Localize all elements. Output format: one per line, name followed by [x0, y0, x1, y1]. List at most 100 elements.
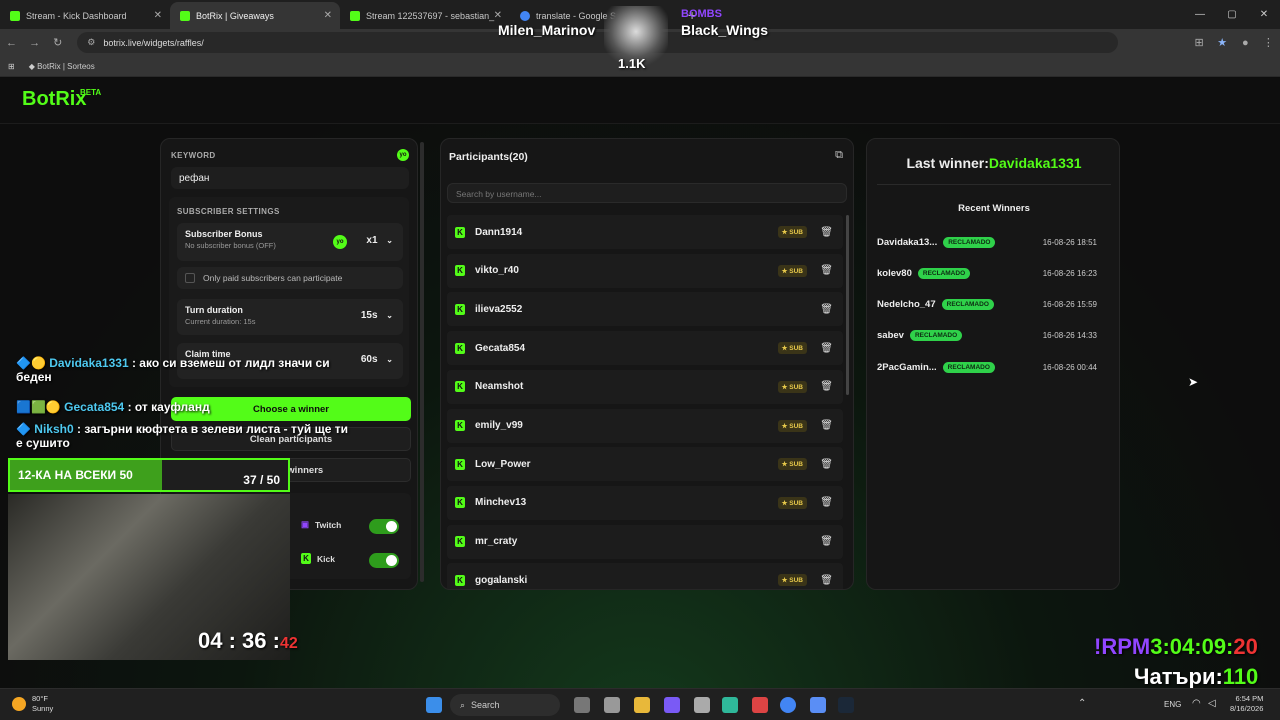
delete-participant-icon[interactable]: 🗑: [820, 343, 833, 354]
claimed-badge: RECLAMADO: [909, 330, 963, 342]
twitch-label: Twitch: [315, 519, 342, 530]
participant-scrollbar[interactable]: [846, 215, 849, 395]
file-explorer-icon[interactable]: [634, 697, 650, 713]
delete-participant-icon[interactable]: 🗑: [820, 420, 833, 431]
subscriber-bonus-row: Subscriber Bonus No subscriber bonus (OF…: [177, 223, 403, 261]
kick-toggle[interactable]: [369, 553, 399, 568]
delete-participant-icon[interactable]: 🗑: [820, 381, 833, 392]
winner-row: sabev RECLAMADO 16-08-26 14:33: [877, 325, 1107, 347]
forward-icon[interactable]: →: [23, 37, 46, 49]
winner-row: Davidaka13... RECLAMADO 16-08-26 18:51: [877, 231, 1107, 253]
keyword-input[interactable]: рефан: [171, 167, 409, 189]
tray-lang[interactable]: ENG: [1164, 700, 1181, 709]
last-winner: Last winner:Davidaka1331: [867, 155, 1121, 171]
rpm-value-end: 20: [1233, 634, 1258, 659]
delete-participant-icon[interactable]: 🗑: [820, 227, 833, 238]
close-tab-icon[interactable]: ✕: [324, 10, 332, 21]
settings-scrollbar[interactable]: [420, 142, 424, 582]
apps-grid-icon[interactable]: ⊞: [8, 62, 15, 71]
twitch-toggle[interactable]: [369, 519, 399, 534]
rpm-counter: !RPM3:04:09:20: [1094, 634, 1258, 660]
delete-participant-icon[interactable]: 🗑: [820, 304, 833, 315]
close-tab-icon[interactable]: ✕: [154, 10, 162, 21]
delete-participant-icon[interactable]: 🗑: [820, 459, 833, 470]
subscriber-bonus-select[interactable]: x1 ⌄: [366, 235, 393, 246]
delete-participant-icon[interactable]: 🗑: [820, 575, 833, 586]
participant-row: Kemily_v99 ★ SUB 🗑: [447, 408, 843, 443]
google-favicon-icon: [520, 10, 530, 21]
wifi-icon[interactable]: ◠: [1192, 698, 1201, 709]
chrome-icon[interactable]: [780, 697, 796, 713]
only-paid-checkbox[interactable]: [185, 273, 195, 283]
tray-chevron-icon[interactable]: ⌃: [1078, 698, 1086, 709]
close-tab-icon[interactable]: ✕: [494, 10, 502, 21]
participant-search-input[interactable]: Search by username...: [447, 183, 847, 203]
site-info-icon[interactable]: ⚙: [87, 37, 95, 48]
steam-icon[interactable]: [838, 697, 854, 713]
sub-badge: ★ SUB: [777, 264, 807, 277]
kick-row: K Kick: [301, 553, 335, 564]
tab-kick-dashboard[interactable]: Stream - Kick Dashboard ✕: [0, 2, 170, 29]
kick-icon: K: [455, 536, 465, 548]
windows-taskbar: 80°F Sunny ⌕ Search ⌃ ENG ◠ ◁ 6:54 PM 8/1…: [0, 688, 1280, 720]
kick-label: Kick: [317, 553, 335, 564]
participant-row: K Neamshot ★ SUB 🗑: [447, 369, 843, 404]
windows-start-icon[interactable]: [426, 697, 442, 713]
maximize-icon[interactable]: ▢: [1216, 0, 1248, 28]
bookmark-star-icon[interactable]: ★: [1211, 36, 1234, 49]
app-header: BotRix BETA: [0, 78, 1280, 124]
turn-duration-select[interactable]: 15s ⌄: [361, 310, 393, 321]
sub-badge-label: SUB: [789, 499, 803, 507]
chevron-down-icon: ⌄: [386, 355, 393, 364]
bookmark-label: BotRix | Sorteos: [37, 61, 95, 71]
app-icon[interactable]: [694, 697, 710, 713]
tab-botrix-giveaways[interactable]: BotRix | Giveaways ✕: [170, 2, 340, 29]
sub-badge: ★ SUB: [777, 496, 807, 509]
translate-icon[interactable]: ⊞: [1188, 36, 1211, 49]
menu-icon[interactable]: ⋮: [1257, 36, 1280, 49]
app-icon[interactable]: [664, 697, 680, 713]
copy-icon[interactable]: ⧉: [835, 149, 843, 162]
recent-winners-title: Recent Winners: [958, 203, 1030, 214]
app-icon[interactable]: [752, 697, 768, 713]
weather-widget[interactable]: 80°F Sunny: [12, 694, 53, 714]
reload-icon[interactable]: ↻: [46, 36, 69, 49]
tab-title: BotRix | Giveaways: [196, 10, 274, 21]
tab-stream[interactable]: Stream 122537697 - sebastian_ ✕: [340, 2, 510, 29]
sub-badge-label: SUB: [789, 383, 803, 391]
back-icon[interactable]: ←: [0, 37, 23, 49]
sub-goal-label: 12-КА НА ВСЕКИ 50: [18, 468, 133, 482]
twitch-icon: ▣: [301, 519, 310, 529]
kick-icon: K: [455, 265, 465, 277]
winners-panel: Last winner:Davidaka1331 Recent Winners …: [866, 138, 1120, 590]
chatters-counter: Чатъри:110: [1134, 664, 1258, 690]
app-icon[interactable]: [722, 697, 738, 713]
sun-icon: [12, 697, 26, 711]
minimize-icon[interactable]: —: [1184, 0, 1216, 28]
window-controls: — ▢ ✕: [1184, 0, 1280, 28]
only-paid-row[interactable]: Only paid subscribers can participate: [177, 267, 403, 289]
delete-participant-icon[interactable]: 🗑: [820, 536, 833, 547]
claim-time-select[interactable]: 60s ⌄: [361, 354, 393, 365]
bonus-info-icon: yo: [333, 235, 347, 249]
botrix-logo[interactable]: BotRix BETA: [22, 88, 101, 111]
keyword-help-icon[interactable]: yo: [397, 149, 409, 161]
taskbar-search[interactable]: ⌕ Search: [450, 694, 560, 716]
url-text: botrix.live/widgets/raffles/: [103, 37, 204, 48]
participant-name: ilieva2552: [475, 303, 523, 315]
search-label: Search: [471, 700, 500, 710]
profile-avatar[interactable]: ●: [1234, 37, 1257, 49]
tray-clock[interactable]: 6:54 PM 8/16/2026: [1230, 694, 1263, 714]
participant-name: Neamshot: [475, 381, 524, 393]
app-icon[interactable]: [810, 697, 826, 713]
sub-goal-progress: 37 / 50: [243, 473, 280, 487]
url-field[interactable]: ⚙ botrix.live/widgets/raffles/: [77, 32, 1118, 53]
bookmark-botrix[interactable]: ◆ BotRix | Sorteos: [29, 62, 95, 71]
clock-date: 8/16/2026: [1230, 704, 1264, 713]
volume-icon[interactable]: ◁: [1208, 698, 1216, 709]
delete-participant-icon[interactable]: 🗑: [820, 265, 833, 276]
close-window-icon[interactable]: ✕: [1248, 0, 1280, 28]
app-icon[interactable]: [604, 697, 620, 713]
delete-participant-icon[interactable]: 🗑: [820, 497, 833, 508]
app-icon[interactable]: [574, 697, 590, 713]
